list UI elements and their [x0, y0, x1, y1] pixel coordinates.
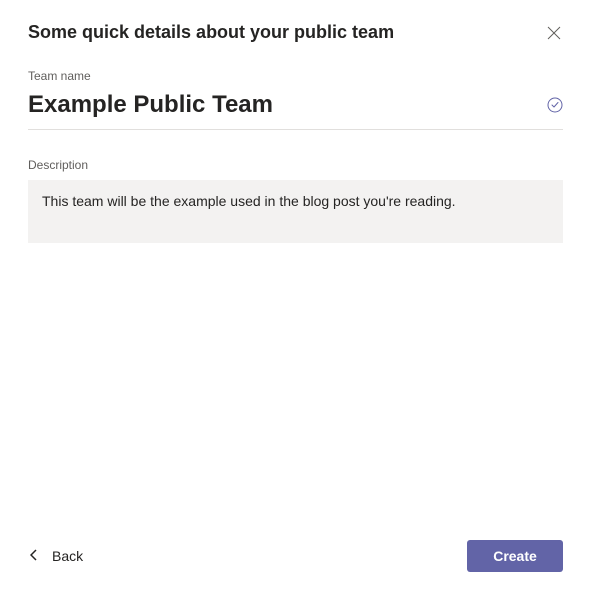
dialog-footer: Back Create	[28, 540, 563, 572]
description-input[interactable]: This team will be the example used in th…	[28, 180, 563, 243]
chevron-left-icon	[30, 548, 38, 564]
team-name-input[interactable]	[28, 91, 539, 119]
close-button[interactable]	[545, 24, 563, 45]
close-icon	[547, 26, 561, 43]
dialog-header: Some quick details about your public tea…	[28, 22, 563, 45]
checkmark-circle-icon	[547, 97, 563, 113]
back-button[interactable]: Back	[28, 542, 85, 570]
description-field: Description This team will be the exampl…	[28, 158, 563, 248]
team-name-field: Team name	[28, 69, 563, 130]
create-button[interactable]: Create	[467, 540, 563, 572]
back-button-label: Back	[52, 548, 83, 564]
team-name-row	[28, 91, 563, 130]
dialog-title: Some quick details about your public tea…	[28, 22, 394, 43]
team-name-label: Team name	[28, 69, 563, 83]
description-label: Description	[28, 158, 563, 172]
